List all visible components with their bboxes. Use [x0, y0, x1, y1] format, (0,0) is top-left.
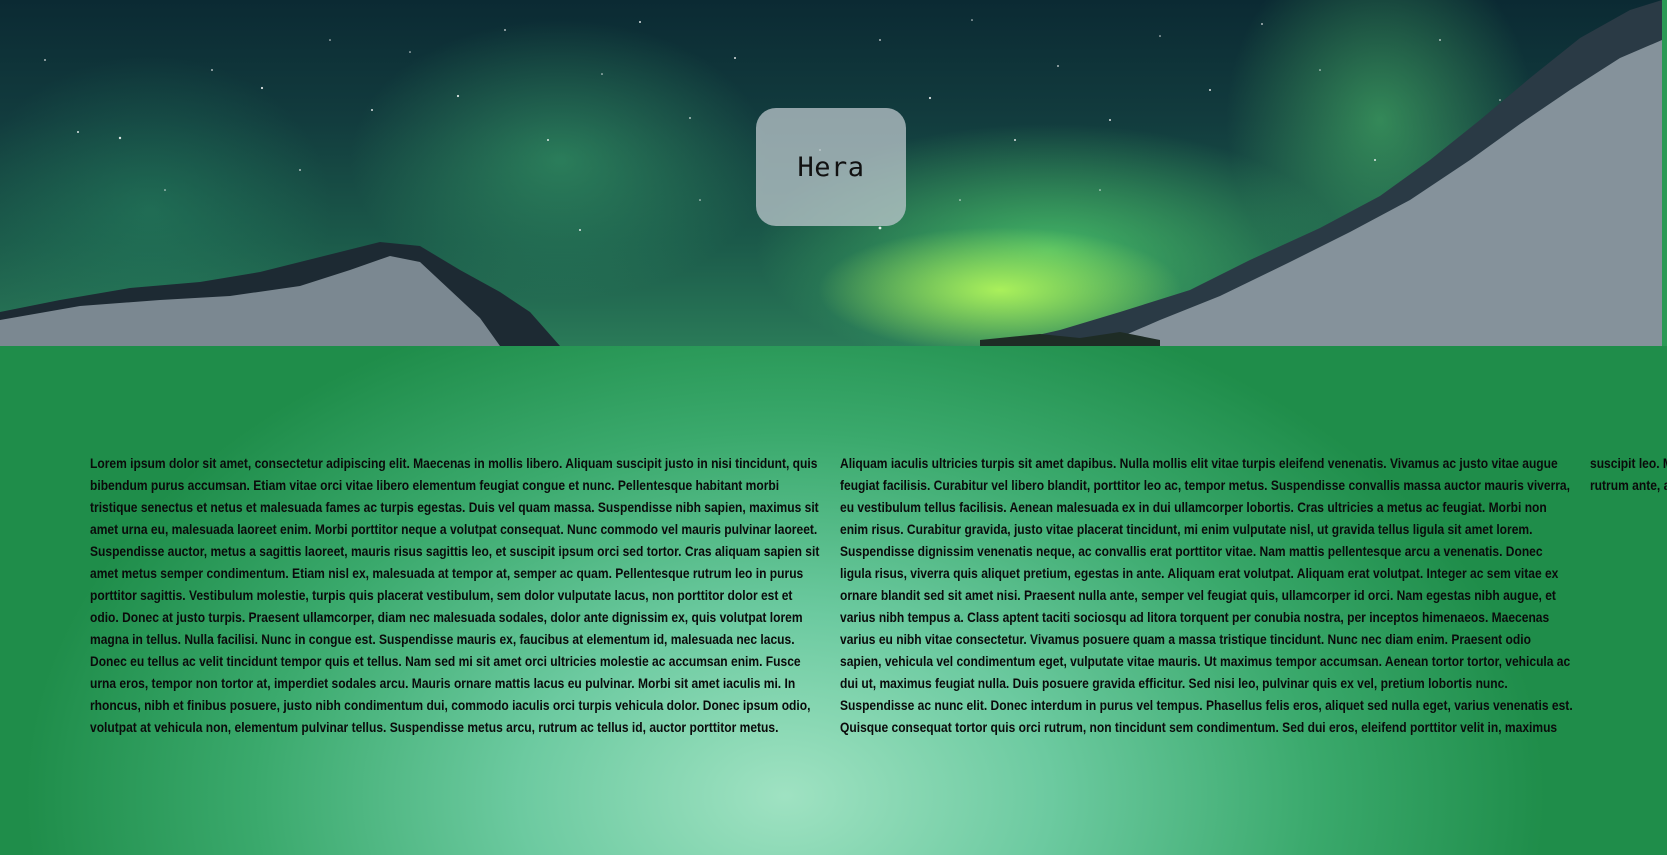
hero-banner: Hera	[0, 0, 1662, 346]
content-section: Lorem ipsum dolor sit amet, consectetur …	[0, 346, 1667, 855]
body-paragraph: Lorem ipsum dolor sit amet, consectetur …	[90, 455, 1667, 735]
page-title: Hera	[797, 151, 865, 183]
page: Hera Lorem ipsum dolor sit amet, consect…	[0, 0, 1667, 855]
title-card: Hera	[756, 108, 906, 226]
text-columns: Lorem ipsum dolor sit amet, consectetur …	[90, 452, 1667, 752]
